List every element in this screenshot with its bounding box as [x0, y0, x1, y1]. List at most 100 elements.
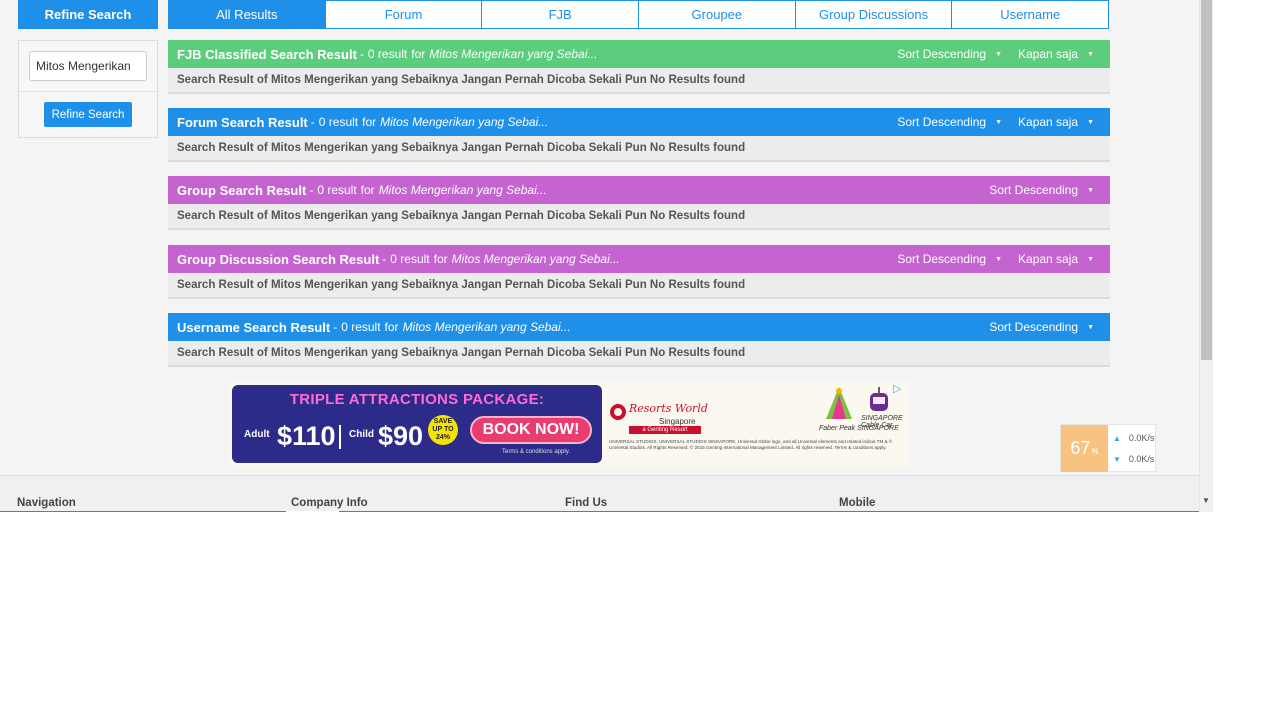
result-count: 0 result	[390, 252, 430, 266]
sort-label: Sort Descending	[897, 115, 987, 129]
group-results-section: Group Search Result - 0 result for Mitos…	[168, 176, 1110, 230]
query-text: Mitos Mengerikan yang Sebai...	[402, 320, 571, 334]
query-text: Mitos Mengerikan yang Sebai...	[429, 47, 598, 61]
query-text: Mitos Mengerikan yang Sebai...	[451, 252, 620, 266]
sort-label: Sort Descending	[897, 252, 987, 266]
caret-down-icon: ▼	[1087, 50, 1094, 58]
separator: -	[333, 320, 338, 334]
for-label: for	[411, 47, 426, 61]
separator: -	[310, 115, 315, 129]
ad-legal-text: UNIVERSAL STUDIOS, UNIVERSAL STUDIOS SIN…	[609, 439, 893, 450]
vertical-scrollbar[interactable]: ▼	[1199, 0, 1213, 512]
sort-dropdown[interactable]: Sort Descending ▼	[897, 252, 1002, 266]
refine-search-button[interactable]: Refine Search	[44, 102, 132, 127]
tab-group-discussions[interactable]: Group Discussions	[794, 1, 952, 28]
no-results-message: Search Result of Mitos Mengerikan yang S…	[168, 204, 1110, 230]
query-text: Mitos Mengerikan yang Sebai...	[378, 183, 547, 197]
tab-username[interactable]: Username	[951, 1, 1108, 28]
footer: Navigation Company Info Find Us Mobile	[0, 475, 1199, 512]
faber-peak-logo-icon	[826, 387, 852, 419]
for-label: for	[384, 320, 399, 334]
footer-border	[0, 511, 1199, 512]
upload-speed: ▲ 0.0K/s	[1113, 433, 1154, 443]
time-dropdown[interactable]: Kapan saja ▼	[1018, 115, 1094, 129]
no-results-message: Search Result of Mitos Mengerikan yang S…	[168, 273, 1110, 299]
separator: -	[359, 47, 364, 61]
section-header: Group Search Result - 0 result for Mitos…	[168, 176, 1110, 204]
scroll-down-arrow-icon[interactable]: ▼	[1202, 496, 1210, 505]
footer-navigation-heading: Navigation	[17, 497, 76, 509]
tab-all-results[interactable]: All Results	[169, 1, 325, 28]
section-header: Username Search Result - 0 result for Mi…	[168, 313, 1110, 341]
group-discussion-results-section: Group Discussion Search Result - 0 resul…	[168, 245, 1110, 299]
no-results-message: Search Result of Mitos Mengerikan yang S…	[168, 136, 1110, 162]
footer-border-gap	[286, 511, 339, 512]
sort-label: Sort Descending	[989, 183, 1079, 197]
sort-dropdown[interactable]: Sort Descending ▼	[989, 183, 1094, 197]
resorts-world-logo-icon	[610, 404, 626, 420]
scrollbar-thumb[interactable]	[1201, 0, 1212, 360]
divider	[19, 91, 157, 92]
section-header: FJB Classified Search Result - 0 result …	[168, 40, 1110, 68]
result-tabs: All Results Forum FJB Groupee Group Disc…	[168, 0, 1109, 29]
ad-brand: Resorts World	[629, 402, 708, 415]
section-title: FJB Classified Search Result	[177, 46, 357, 62]
tab-forum[interactable]: Forum	[324, 1, 482, 28]
time-label: Kapan saja	[1018, 115, 1079, 129]
footer-company-info-heading: Company Info	[291, 497, 368, 509]
ad-book-now-button[interactable]: BOOK NOW!	[470, 416, 592, 444]
caret-down-icon: ▼	[1087, 118, 1094, 126]
tab-groupee[interactable]: Groupee	[638, 1, 795, 28]
ad-promo-panel: TRIPLE ATTRACTIONS PACKAGE: Adult $110 C…	[232, 385, 602, 463]
caret-down-icon: ▼	[1087, 323, 1094, 331]
section-controls: Sort Descending ▼	[989, 313, 1110, 341]
time-label: Kapan saja	[1018, 47, 1079, 61]
for-label: for	[360, 183, 375, 197]
cable-car-logo-icon	[870, 387, 888, 411]
section-controls: Sort Descending ▼ Kapan saja ▼	[897, 40, 1110, 68]
section-header: Forum Search Result - 0 result for Mitos…	[168, 108, 1110, 136]
banner-ad[interactable]: TRIPLE ATTRACTIONS PACKAGE: Adult $110 C…	[229, 381, 908, 467]
refine-search-panel: Refine Search	[18, 40, 158, 138]
footer-find-us-heading: Find Us	[565, 497, 608, 509]
query-text: Mitos Mengerikan yang Sebai...	[380, 115, 549, 129]
result-count: 0 result	[317, 183, 357, 197]
network-speed-widget[interactable]: 67% ▲ 0.0K/s ▼ 0.0K/s	[1060, 424, 1156, 472]
refine-search-header: Refine Search	[18, 0, 158, 29]
caret-down-icon: ▼	[995, 50, 1003, 58]
tab-fjb[interactable]: FJB	[481, 1, 638, 28]
result-count: 0 result	[318, 115, 359, 129]
section-title: Forum Search Result	[177, 114, 308, 130]
sort-dropdown[interactable]: Sort Descending ▼	[989, 320, 1094, 334]
ad-cable-car: SINGAPORE Cable Car	[861, 415, 903, 429]
download-speed-value: 0.0K/s	[1128, 454, 1155, 464]
speed-percent: 67	[1070, 438, 1091, 458]
caret-down-icon: ▼	[995, 255, 1003, 263]
section-controls: Sort Descending ▼ Kapan saja ▼	[897, 245, 1110, 273]
time-dropdown[interactable]: Kapan saja ▼	[1018, 47, 1094, 61]
sort-label: Sort Descending	[989, 320, 1079, 334]
ad-child-price: $90	[378, 421, 424, 451]
section-title: Group Search Result	[177, 182, 307, 198]
no-results-message: Search Result of Mitos Mengerikan yang S…	[168, 341, 1110, 367]
ad-title: TRIPLE ATTRACTIONS PACKAGE:	[289, 391, 545, 408]
section-controls: Sort Descending ▼	[989, 176, 1110, 204]
result-count: 0 result	[367, 47, 408, 61]
sort-dropdown[interactable]: Sort Descending ▼	[897, 47, 1002, 61]
ad-location: Singapore	[659, 417, 696, 426]
time-dropdown[interactable]: Kapan saja ▼	[1018, 252, 1094, 266]
ad-genting: a Genting Resort	[629, 426, 701, 434]
browser-viewport: Refine Search Refine Search All Results …	[0, 0, 1213, 512]
sort-dropdown[interactable]: Sort Descending ▼	[897, 115, 1002, 129]
for-label: for	[433, 252, 448, 266]
upload-arrow-icon: ▲	[1113, 433, 1121, 443]
no-results-message: Search Result of Mitos Mengerikan yang S…	[168, 68, 1110, 94]
download-arrow-icon: ▼	[1113, 454, 1121, 464]
footer-mobile-heading: Mobile	[839, 497, 876, 509]
upload-speed-value: 0.0K/s	[1128, 433, 1155, 443]
separator: -	[309, 183, 314, 197]
ad-adult-label: Adult	[244, 429, 270, 440]
ad-choices-icon[interactable]: ▷	[893, 382, 901, 395]
refine-search-input[interactable]	[29, 51, 147, 81]
ad-terms: Terms & conditions apply.	[502, 449, 570, 455]
